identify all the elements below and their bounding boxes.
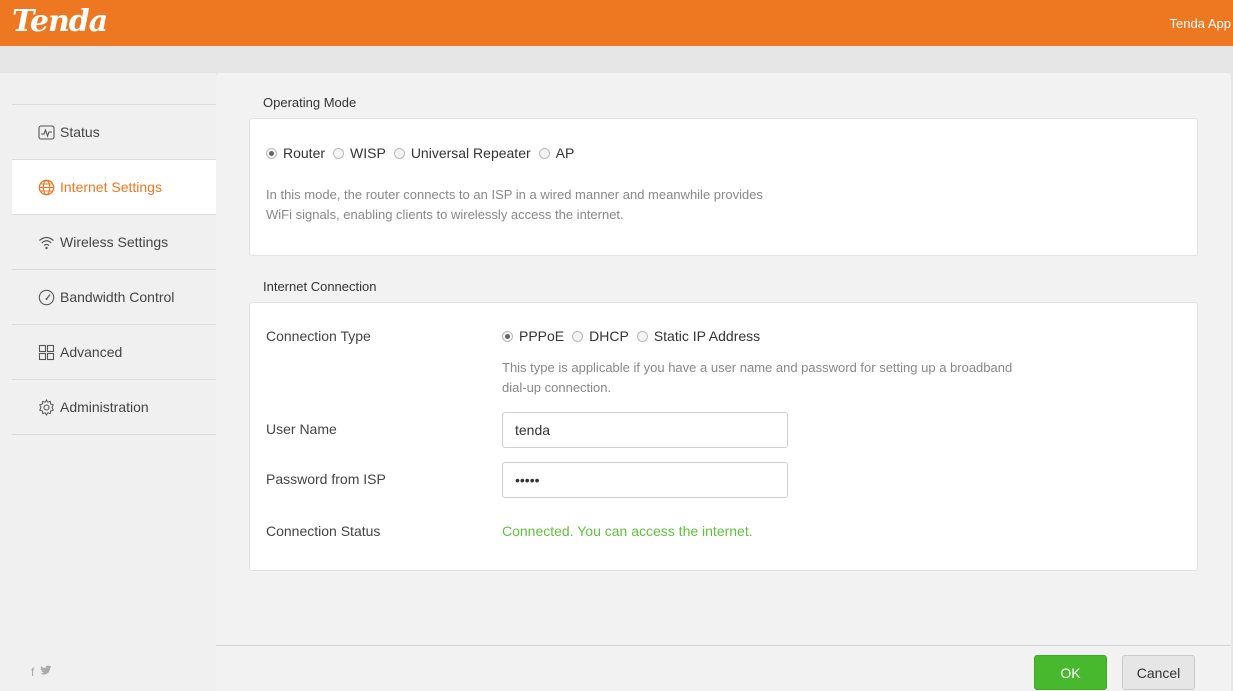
sidebar-item-advanced[interactable]: Advanced bbox=[12, 325, 216, 380]
username-label: User Name bbox=[266, 421, 337, 437]
radio-dot bbox=[572, 330, 584, 342]
radio-label: DHCP bbox=[589, 328, 629, 344]
sidebar-item-wireless-settings[interactable]: Wireless Settings bbox=[12, 215, 216, 270]
twitter-icon[interactable] bbox=[40, 665, 52, 679]
sidebar-item-label: Wireless Settings bbox=[60, 234, 169, 250]
sidebar-item-label: Advanced bbox=[60, 344, 123, 360]
connection-status-label: Connection Status bbox=[266, 523, 381, 539]
connection-type-options: PPPoE DHCP Static IP Address bbox=[502, 328, 768, 344]
cancel-button[interactable]: Cancel bbox=[1122, 655, 1195, 690]
type-pppoe-radio[interactable]: PPPoE bbox=[502, 328, 564, 344]
sidebar-item-label: Bandwidth Control bbox=[60, 289, 175, 305]
password-label: Password from ISP bbox=[266, 471, 386, 487]
facebook-icon[interactable]: f bbox=[31, 665, 34, 679]
radio-label: WISP bbox=[350, 145, 386, 161]
description-line: dial-up connection. bbox=[502, 380, 612, 395]
tenda-logo[interactable]: Tenda bbox=[12, 4, 108, 39]
ok-button[interactable]: OK bbox=[1034, 655, 1107, 690]
sidebar-item-status[interactable]: Status bbox=[12, 105, 216, 160]
description-line: In this mode, the router connects to an … bbox=[266, 187, 763, 202]
description-line: WiFi signals, enabling clients to wirele… bbox=[266, 207, 624, 222]
radio-label: PPPoE bbox=[519, 328, 565, 344]
operating-mode-description: In this mode, the router connects to an … bbox=[266, 185, 763, 225]
sidebar-item-internet-settings[interactable]: Internet Settings bbox=[12, 160, 216, 215]
operating-mode-options: Router WISP Universal Repeater AP bbox=[266, 145, 582, 161]
grid-icon bbox=[38, 344, 55, 361]
header-bar: Tenda Tenda App bbox=[0, 0, 1233, 46]
tenda-app-link[interactable]: Tenda App bbox=[1170, 16, 1231, 31]
sidebar-nav: Status Internet Settings Wireless Settin… bbox=[12, 104, 216, 435]
connection-type-description: This type is applicable if you have a us… bbox=[502, 358, 1012, 398]
radio-label: Static IP Address bbox=[653, 328, 761, 344]
sidebar-item-label: Administration bbox=[60, 399, 149, 415]
password-field[interactable] bbox=[502, 462, 788, 498]
mode-ap-radio[interactable]: AP bbox=[538, 145, 575, 161]
social-links: f bbox=[31, 665, 52, 679]
footer-bar: OK Cancel bbox=[216, 645, 1231, 691]
wifi-icon bbox=[38, 234, 55, 251]
radio-dot bbox=[333, 147, 345, 159]
status-icon bbox=[38, 124, 55, 141]
radio-label: AP bbox=[555, 145, 575, 161]
internet-connection-title: Internet Connection bbox=[263, 279, 377, 294]
mode-wisp-radio[interactable]: WISP bbox=[333, 145, 386, 161]
username-field[interactable] bbox=[502, 412, 788, 448]
internet-connection-panel: Connection Type PPPoE DHCP Static IP Add… bbox=[249, 302, 1198, 571]
sidebar-item-label: Status bbox=[60, 124, 100, 140]
gauge-icon bbox=[38, 289, 55, 306]
gear-icon bbox=[38, 398, 55, 416]
description-line: This type is applicable if you have a us… bbox=[502, 360, 1013, 375]
sidebar-item-label: Internet Settings bbox=[60, 179, 162, 195]
main-content: Operating Mode Router WISP Universal Rep… bbox=[216, 73, 1231, 691]
radio-label: Universal Repeater bbox=[410, 145, 531, 161]
radio-dot bbox=[636, 330, 648, 342]
mode-router-radio[interactable]: Router bbox=[266, 145, 325, 161]
operating-mode-title: Operating Mode bbox=[263, 95, 357, 110]
type-dhcp-radio[interactable]: DHCP bbox=[572, 328, 629, 344]
mode-universal-repeater-radio[interactable]: Universal Repeater bbox=[393, 145, 531, 161]
radio-dot bbox=[538, 147, 550, 159]
radio-dot bbox=[393, 147, 405, 159]
radio-dot bbox=[502, 330, 513, 342]
sidebar-item-bandwidth-control[interactable]: Bandwidth Control bbox=[12, 270, 216, 325]
radio-dot bbox=[266, 147, 277, 159]
connection-status-value: Connected. You can access the internet. bbox=[502, 523, 753, 539]
type-static-ip-radio[interactable]: Static IP Address bbox=[636, 328, 761, 344]
radio-label: Router bbox=[283, 145, 326, 161]
operating-mode-panel: Router WISP Universal Repeater AP In thi… bbox=[249, 118, 1198, 256]
connection-type-label: Connection Type bbox=[266, 328, 371, 344]
globe-icon bbox=[38, 179, 55, 196]
sidebar-item-administration[interactable]: Administration bbox=[12, 380, 216, 435]
sidebar: Status Internet Settings Wireless Settin… bbox=[0, 73, 216, 691]
